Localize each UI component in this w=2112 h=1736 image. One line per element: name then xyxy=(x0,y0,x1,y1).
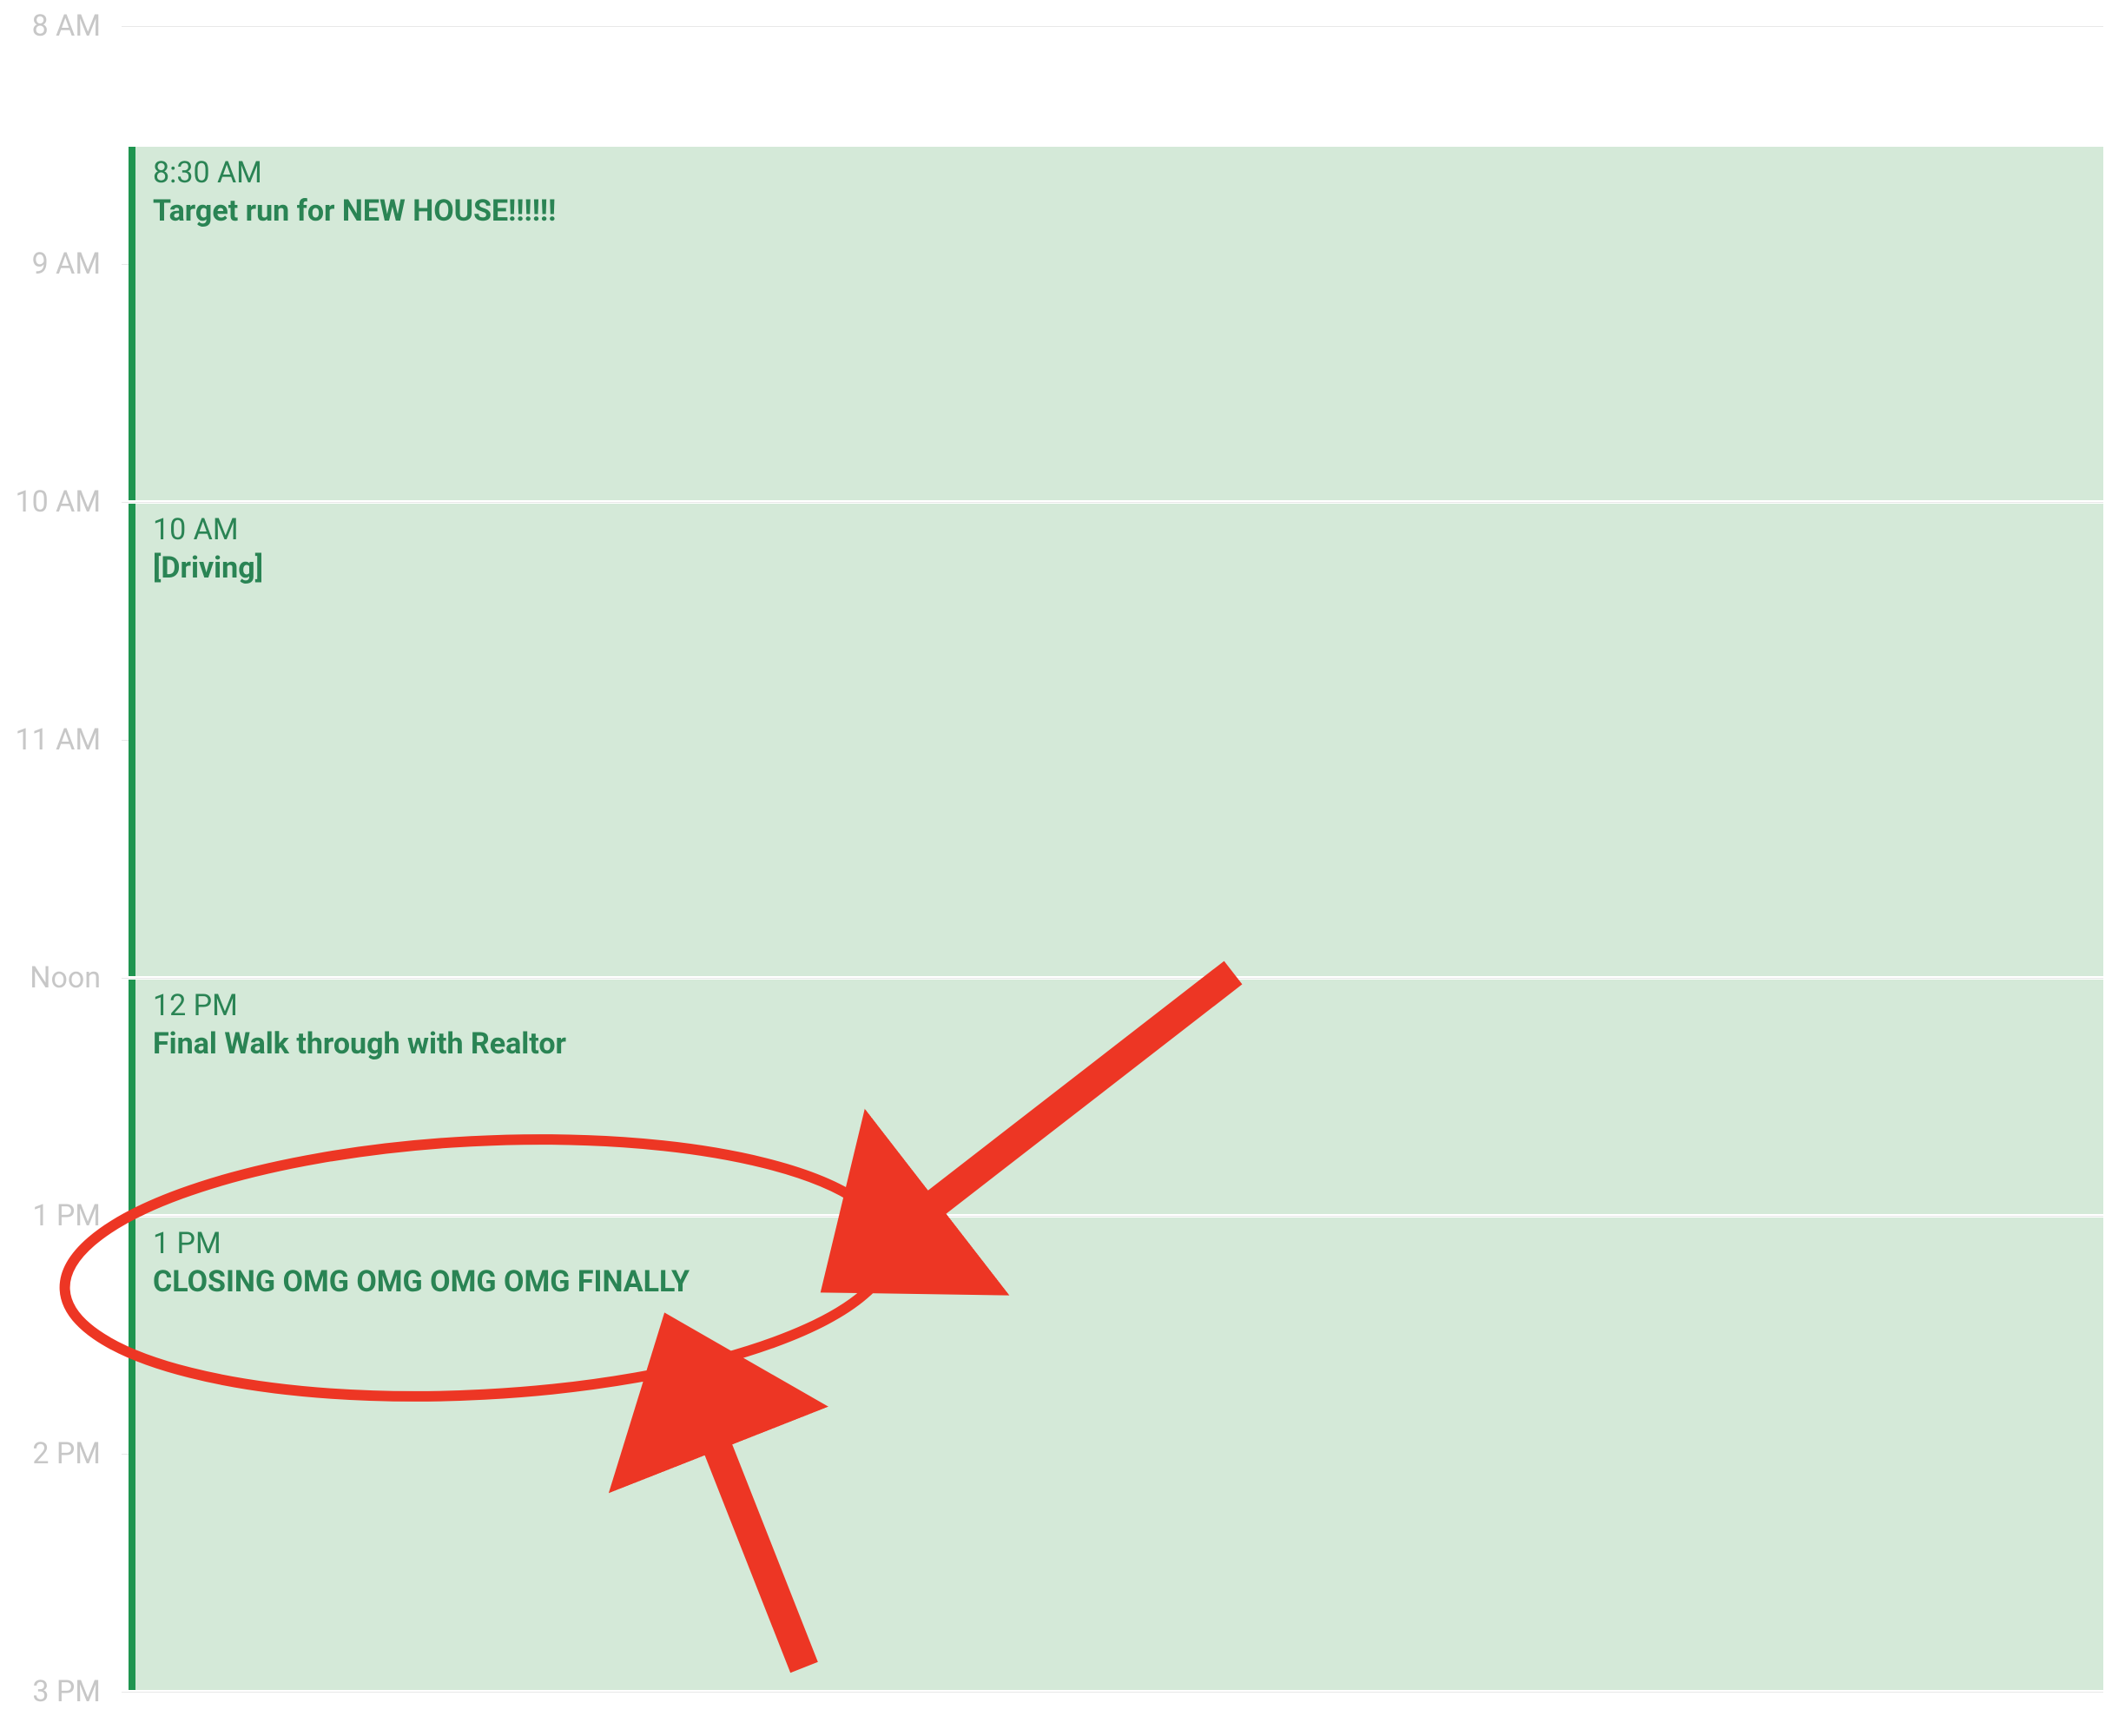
event-time: 12 PM xyxy=(153,987,2089,1025)
time-label: Noon xyxy=(30,960,101,995)
time-gutter: 8 AM 9 AM 10 AM 11 AM Noon 1 PM 2 PM 3 PM xyxy=(0,0,122,1736)
time-label: 1 PM xyxy=(32,1198,101,1233)
events-area: 8:30 AMTarget run for NEW HOUSE!!!!!!10 … xyxy=(129,0,2103,1736)
event-time: 1 PM xyxy=(153,1224,2089,1263)
calendar-event[interactable]: 10 AM[Driving] xyxy=(129,504,2103,976)
time-label: 11 AM xyxy=(15,723,101,757)
event-time: 10 AM xyxy=(153,511,2089,549)
time-label: 9 AM xyxy=(32,247,101,281)
event-title: CLOSING OMG OMG OMG OMG FINALLY xyxy=(153,1263,2089,1301)
event-title: Final Walk through with Realtor xyxy=(153,1025,2089,1063)
calendar-event[interactable]: 8:30 AMTarget run for NEW HOUSE!!!!!! xyxy=(129,147,2103,500)
event-title: Target run for NEW HOUSE!!!!!! xyxy=(153,192,2089,230)
event-time: 8:30 AM xyxy=(153,154,2089,192)
time-label: 2 PM xyxy=(32,1436,101,1471)
calendar-day-view: 8 AM 9 AM 10 AM 11 AM Noon 1 PM 2 PM 3 PM 8:30 … xyxy=(0,0,2112,1736)
calendar-event[interactable]: 12 PMFinal Walk through with Realtor xyxy=(129,980,2103,1214)
event-title: [Driving] xyxy=(153,549,2089,587)
calendar-event[interactable]: 1 PMCLOSING OMG OMG OMG OMG FINALLY xyxy=(129,1218,2103,1690)
time-label: 8 AM xyxy=(32,9,101,43)
time-label: 3 PM xyxy=(32,1674,101,1709)
time-label: 10 AM xyxy=(15,485,101,519)
